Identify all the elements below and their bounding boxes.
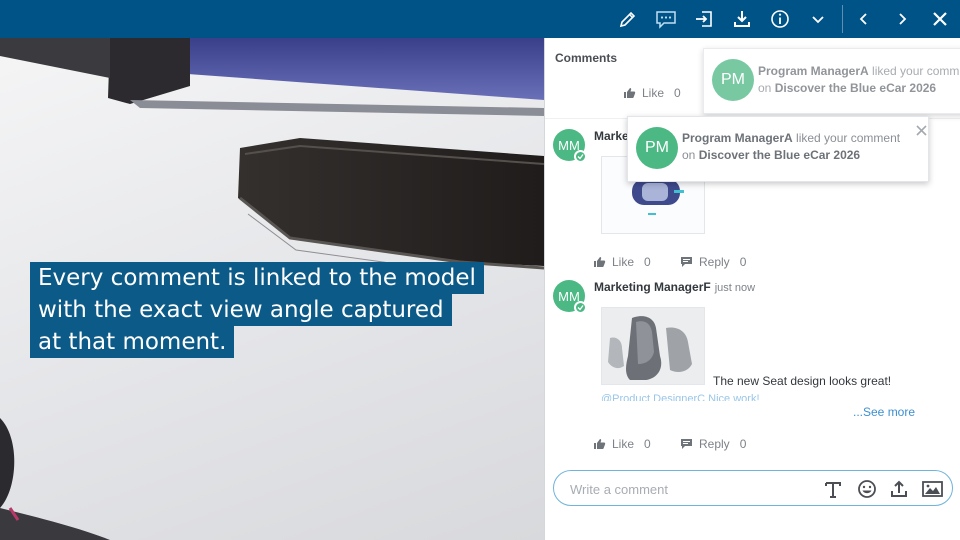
like-count: 0: [674, 86, 681, 100]
text-format-icon[interactable]: [822, 478, 844, 500]
comment-time: just now: [714, 282, 756, 294]
caption-line: with the exact view angle captured: [30, 294, 452, 326]
reply-count: 0: [739, 255, 747, 269]
toolbar-separator: [842, 5, 843, 33]
notification-target[interactable]: Discover the Blue eCar 2026: [775, 81, 936, 95]
close-icon[interactable]: [916, 123, 927, 139]
comment-input-box: [553, 470, 953, 506]
comment-author[interactable]: Marketing ManagerF just now: [594, 280, 755, 294]
reply-button[interactable]: Reply 0: [680, 255, 746, 269]
model-viewport[interactable]: Every comment is linked to the model wit…: [0, 38, 544, 540]
caption-box: Every comment is linked to the model wit…: [30, 262, 484, 358]
notification-action: liked your comment: [792, 131, 901, 145]
next-icon[interactable]: [887, 4, 917, 34]
notification-text: Program ManagerA liked your comment on D…: [682, 130, 900, 164]
like-button[interactable]: Like 0: [623, 86, 681, 100]
thumbs-up-icon: [624, 88, 636, 98]
notification-toast[interactable]: PM Program ManagerA liked your comm on D…: [703, 48, 960, 114]
previous-icon[interactable]: [849, 4, 879, 34]
notification-target[interactable]: Discover the Blue eCar 2026: [699, 148, 860, 162]
caption-line: Every comment is linked to the model: [30, 262, 484, 294]
like-button[interactable]: Like 0: [593, 437, 651, 451]
reply-icon: [681, 257, 692, 267]
verified-check-icon: [574, 301, 587, 314]
notification-prefix: on: [758, 81, 775, 95]
mention-link[interactable]: @Product DesignerC Nice work!: [601, 393, 760, 401]
view-snapshot-thumbnail[interactable]: [601, 307, 705, 385]
verified-check-icon: [574, 150, 587, 163]
like-label: Like: [612, 255, 635, 269]
avatar: PM: [636, 127, 678, 169]
notification-action: liked your comm: [868, 64, 960, 78]
like-label: Like: [642, 86, 665, 100]
comment-input[interactable]: [570, 479, 810, 499]
avatar-initials: PM: [645, 139, 669, 156]
info-icon[interactable]: [765, 4, 795, 34]
reply-icon: [681, 439, 692, 449]
thumbs-up-icon: [594, 439, 606, 449]
comment-author[interactable]: Marke: [594, 129, 629, 143]
like-button[interactable]: Like 0: [593, 255, 651, 269]
notification-toast[interactable]: PM Program ManagerA liked your comment o…: [627, 116, 929, 182]
avatar: MM: [553, 280, 587, 314]
avatar: PM: [712, 59, 754, 101]
thumbs-up-icon: [594, 257, 606, 267]
see-more-link[interactable]: ...See more: [853, 405, 915, 419]
like-label: Like: [612, 437, 635, 451]
comment-body: The new Seat design looks great!: [713, 374, 892, 388]
notification-prefix: on: [682, 148, 699, 162]
reply-button[interactable]: Reply 0: [680, 437, 746, 451]
comment-icon[interactable]: [651, 4, 681, 34]
avatar-initials: PM: [721, 71, 745, 88]
pencil-icon[interactable]: [613, 4, 643, 34]
chevron-down-icon[interactable]: [803, 4, 833, 34]
seat-render-image: [602, 308, 704, 384]
close-icon[interactable]: [925, 4, 955, 34]
notification-actor: Program ManagerA: [758, 64, 869, 78]
like-count: 0: [644, 255, 651, 269]
reply-count: 0: [739, 437, 747, 451]
author-name: Marketing ManagerF: [594, 280, 711, 294]
emoji-icon[interactable]: [856, 478, 878, 500]
top-toolbar: [0, 0, 960, 38]
reply-label: Reply: [699, 437, 730, 451]
like-count: 0: [644, 437, 651, 451]
caption-line: at that moment.: [30, 326, 235, 358]
notification-text: Program ManagerA liked your comm on Disc…: [758, 63, 959, 97]
avatar: MM: [553, 129, 587, 163]
import-icon[interactable]: [689, 4, 719, 34]
notification-actor: Program ManagerA: [682, 131, 793, 145]
panel-title: Comments: [555, 51, 618, 65]
download-icon[interactable]: [727, 4, 757, 34]
image-icon[interactable]: [921, 478, 943, 500]
upload-icon[interactable]: [888, 478, 910, 500]
reply-label: Reply: [699, 255, 730, 269]
